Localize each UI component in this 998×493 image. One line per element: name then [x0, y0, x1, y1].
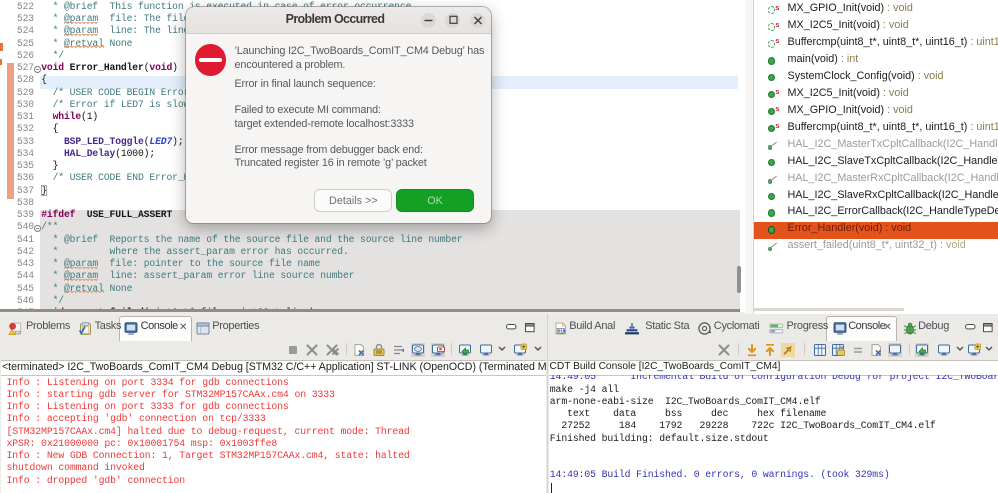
svg-text:010: 010	[557, 328, 565, 333]
